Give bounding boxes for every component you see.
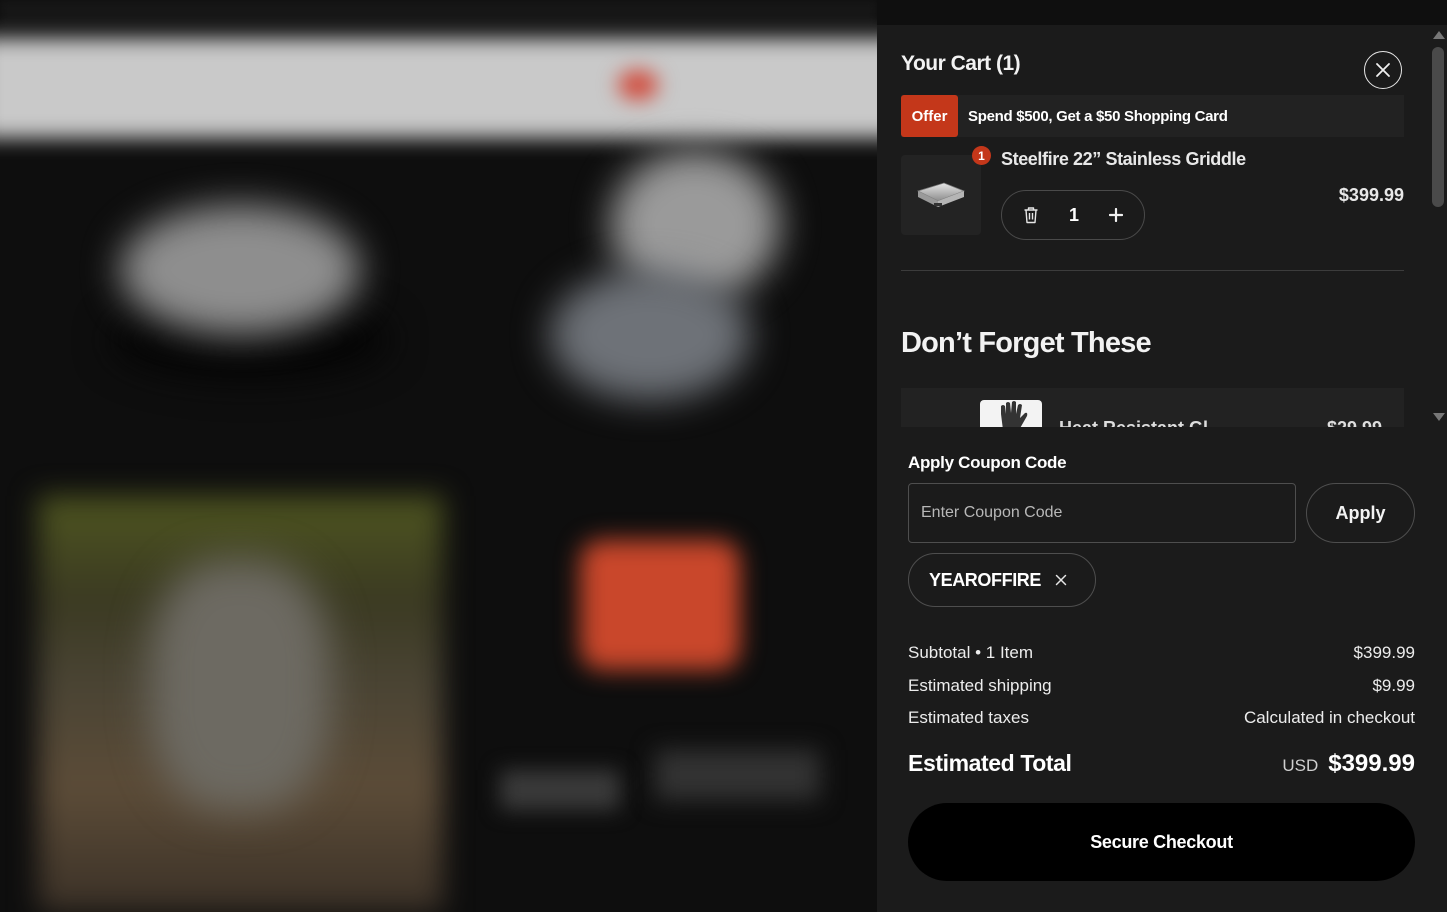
recommendation-name: Heat Resistant Gl xyxy=(1059,418,1208,427)
coupon-label: Apply Coupon Code xyxy=(908,453,1067,472)
taxes-value: Calculated in checkout xyxy=(1243,708,1415,728)
quantity-stepper: 1 xyxy=(1001,190,1145,240)
glove-icon xyxy=(1001,401,1028,427)
total-label: Estimated Total xyxy=(908,750,1072,776)
griddle-image xyxy=(916,182,966,207)
shipping-row: Estimated shipping $9.99 xyxy=(908,670,1415,703)
taxes-label: Estimated taxes xyxy=(908,708,1029,728)
remove-coupon-button[interactable] xyxy=(1055,574,1067,586)
trash-icon xyxy=(1024,207,1038,224)
cart-drawer: Your Cart (1) Offer Spend $500, Get a $5… xyxy=(877,25,1447,912)
increase-quantity-button[interactable] xyxy=(1108,208,1123,222)
recommendations-title: Don’t Forget These xyxy=(901,327,1152,359)
backdrop-text-block-2 xyxy=(655,750,820,800)
backdrop-text-block xyxy=(500,770,620,810)
divider xyxy=(901,270,1404,271)
close-icon xyxy=(1055,574,1067,586)
offer-badge: Offer xyxy=(901,95,958,137)
subtotal-label: Subtotal • 1 Item xyxy=(908,643,1034,663)
backdrop-banner-accent xyxy=(618,70,658,100)
scroll-down-arrow-icon[interactable] xyxy=(1433,413,1445,421)
coupon-input[interactable] xyxy=(908,483,1296,543)
remove-item-button[interactable] xyxy=(1023,206,1039,224)
applied-coupon-chip: YEAROFFIRE xyxy=(908,553,1096,607)
backdrop-product-image-2-base xyxy=(550,270,750,400)
product-price: $399.99 xyxy=(1338,185,1404,205)
cart-line-item: 1 Steelfire 22” Stainless Griddle $399.9… xyxy=(901,146,1404,256)
recommendation-thumbnail xyxy=(980,400,1042,427)
cart-title: Your Cart (1) xyxy=(901,52,1021,75)
quantity-value: 1 xyxy=(1068,204,1079,225)
quantity-badge: 1 xyxy=(972,146,991,165)
estimated-total-row: Estimated Total USD $399.99 xyxy=(908,750,1415,778)
backdrop-orange-product xyxy=(580,540,740,670)
apply-coupon-button[interactable]: Apply xyxy=(1306,483,1415,543)
plus-icon xyxy=(1108,208,1123,222)
offer-text: Spend $500, Get a $50 Shopping Card xyxy=(968,107,1228,125)
recommendation-price: $29.99 xyxy=(1327,418,1382,427)
close-cart-button[interactable] xyxy=(1364,51,1402,89)
taxes-row: Estimated taxes Calculated in checkout xyxy=(908,702,1415,735)
backdrop-topbar xyxy=(0,0,877,28)
shipping-value: $9.99 xyxy=(1372,675,1415,695)
total-value: $399.99 xyxy=(1328,750,1415,777)
secure-checkout-button[interactable]: Secure Checkout xyxy=(908,803,1415,881)
total-currency: USD xyxy=(1282,756,1319,775)
scroll-up-arrow-icon[interactable] xyxy=(1433,31,1445,39)
cart-scroll-area[interactable]: Your Cart (1) Offer Spend $500, Get a $5… xyxy=(877,25,1447,427)
subtotal-value: $399.99 xyxy=(1353,643,1415,663)
close-icon xyxy=(1376,63,1390,77)
scrollbar-thumb[interactable] xyxy=(1432,47,1444,207)
total-amount-group: USD $399.99 xyxy=(1282,750,1415,778)
backdrop-banner xyxy=(0,38,877,138)
product-thumbnail[interactable] xyxy=(901,155,981,235)
order-summary: Subtotal • 1 Item $399.99 Estimated ship… xyxy=(908,637,1415,735)
product-name[interactable]: Steelfire 22” Stainless Griddle xyxy=(1001,149,1246,170)
cart-scrollbar[interactable] xyxy=(1429,25,1447,427)
backdrop-product-image xyxy=(120,205,360,335)
shipping-label: Estimated shipping xyxy=(908,675,1052,695)
subtotal-row: Subtotal • 1 Item $399.99 xyxy=(908,637,1415,670)
recommendation-card[interactable]: Heat Resistant Gl $29.99 xyxy=(901,388,1404,427)
offer-banner: Offer Spend $500, Get a $50 Shopping Car… xyxy=(901,95,1404,137)
cart-footer: Apply Coupon Code Apply YEAROFFIRE Subto… xyxy=(877,427,1447,912)
page-backdrop xyxy=(0,0,877,912)
applied-coupon-code: YEAROFFIRE xyxy=(929,569,1042,590)
backdrop-photo-subject xyxy=(150,560,330,810)
